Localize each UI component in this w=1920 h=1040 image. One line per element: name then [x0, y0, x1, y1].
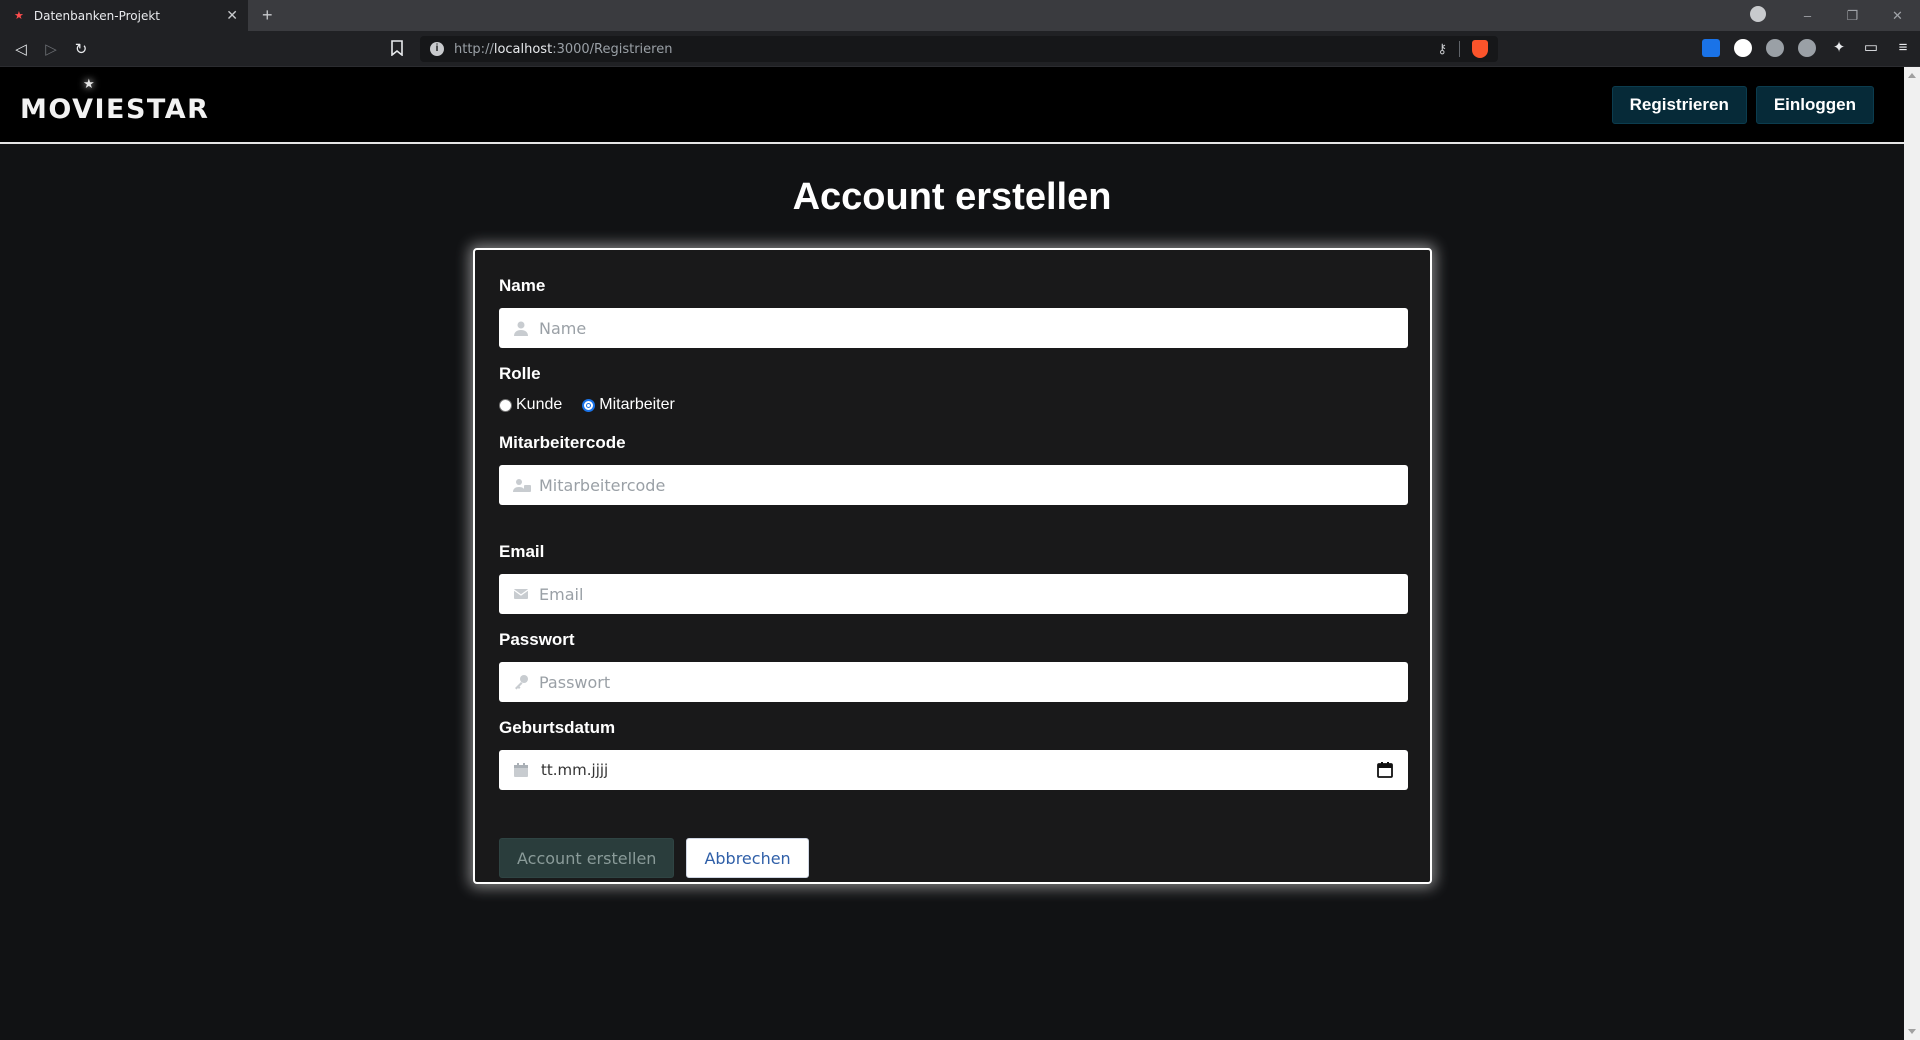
name-field-wrapper: [499, 308, 1408, 348]
back-icon[interactable]: ◁: [6, 40, 36, 58]
scroll-down-arrow-icon[interactable]: [1908, 1029, 1916, 1034]
envelope-icon: [513, 589, 529, 599]
logo-text: MOVIESTAR: [20, 94, 210, 125]
forward-icon[interactable]: ▷: [36, 40, 66, 58]
page-scrollbar[interactable]: [1904, 67, 1920, 1040]
register-nav-button[interactable]: Registrieren: [1611, 85, 1747, 124]
address-bar[interactable]: i http://localhost:3000/Registrieren ⚷: [420, 36, 1498, 62]
page-viewport: ★ MOVIESTAR Registrieren Einloggen Accou…: [0, 67, 1920, 1040]
role-radio-group: Kunde Mitarbeiter: [499, 396, 1406, 414]
bitwarden-extension-icon[interactable]: [1702, 39, 1720, 57]
page-title: Account erstellen: [792, 176, 1112, 218]
window-controls: – ❐ ✕: [1740, 0, 1920, 31]
login-nav-button[interactable]: Einloggen: [1755, 85, 1874, 124]
target-extension-icon[interactable]: [1798, 39, 1816, 57]
restore-button[interactable]: ❐: [1830, 8, 1875, 24]
browser-toolbar: ◁ ▷ ↻ i http://localhost:3000/Registrier…: [0, 31, 1920, 67]
logo-star-icon: ★: [83, 77, 97, 92]
browser-tabbar: ★ Datenbanken-Projekt ✕ + – ❐ ✕: [0, 0, 1920, 31]
password-field-wrapper: [499, 662, 1408, 702]
star-favicon-icon: ★: [14, 10, 24, 22]
bookmark-icon[interactable]: [390, 40, 404, 56]
name-label: Name: [499, 276, 546, 295]
header-actions: Registrieren Einloggen: [1611, 85, 1874, 124]
employee-code-field-wrapper: [499, 465, 1408, 505]
reload-icon[interactable]: ↻: [66, 40, 96, 58]
create-account-button[interactable]: Account erstellen: [499, 838, 675, 878]
scroll-up-arrow-icon[interactable]: [1908, 73, 1916, 78]
close-window-button[interactable]: ✕: [1875, 8, 1920, 24]
tab-title: Datenbanken-Projekt: [33, 8, 160, 23]
role-radio-mitarbeiter[interactable]: [582, 398, 596, 412]
email-field-wrapper: [499, 574, 1408, 614]
name-input[interactable]: [499, 308, 1408, 348]
brave-shield-icon[interactable]: [1472, 40, 1488, 58]
extension-icon[interactable]: [1766, 39, 1784, 57]
birthdate-field-wrapper[interactable]: tt.mm.jjjj: [499, 750, 1408, 790]
form-actions: Account erstellen Abbrechen: [499, 838, 1406, 878]
registration-form: Name Rolle Kunde Mitarbeiter Mitarbeiter…: [473, 248, 1432, 884]
key-icon: [515, 675, 528, 690]
date-picker-icon[interactable]: [1376, 761, 1394, 779]
url-text: http://localhost:3000/Registrieren: [454, 41, 673, 57]
email-label: Email: [499, 542, 545, 561]
user-icon: [514, 321, 528, 336]
browser-tab-active[interactable]: ★ Datenbanken-Projekt ✕: [0, 0, 248, 31]
calendar-icon: [514, 763, 528, 777]
email-input[interactable]: [499, 574, 1408, 614]
employee-code-label: Mitarbeitercode: [499, 433, 626, 452]
password-input[interactable]: [499, 662, 1408, 702]
role-label: Rolle: [499, 364, 541, 383]
app-header: ★ MOVIESTAR Registrieren Einloggen: [0, 67, 1904, 144]
role-option-mitarbeiter[interactable]: Mitarbeiter: [599, 396, 675, 414]
role-option-kunde[interactable]: Kunde: [516, 396, 562, 414]
site-info-icon[interactable]: i: [430, 42, 444, 56]
users-icon: [513, 479, 531, 492]
birthdate-input[interactable]: tt.mm.jjjj: [499, 761, 1376, 779]
tab-close-icon[interactable]: ✕: [226, 7, 238, 24]
new-tab-button[interactable]: +: [262, 5, 273, 26]
cancel-button[interactable]: Abbrechen: [686, 838, 809, 878]
role-radio-kunde[interactable]: [499, 398, 512, 412]
urlbar-separator: [1459, 41, 1460, 57]
password-label: Passwort: [499, 630, 575, 649]
key-icon[interactable]: ⚷: [1437, 41, 1447, 57]
wallet-icon[interactable]: ▭: [1862, 39, 1880, 57]
birthdate-label: Geburtsdatum: [499, 718, 616, 737]
puzzle-extensions-icon[interactable]: ✦: [1830, 39, 1848, 57]
translate-extension-icon[interactable]: [1734, 39, 1752, 57]
menu-icon[interactable]: ≡: [1894, 39, 1912, 57]
employee-code-input[interactable]: [499, 465, 1408, 505]
extensions-area: ✦ ▭ ≡: [1702, 39, 1912, 57]
moviestar-logo[interactable]: ★ MOVIESTAR: [20, 77, 210, 125]
downloads-icon[interactable]: [1740, 6, 1785, 25]
minimize-button[interactable]: –: [1785, 8, 1830, 23]
